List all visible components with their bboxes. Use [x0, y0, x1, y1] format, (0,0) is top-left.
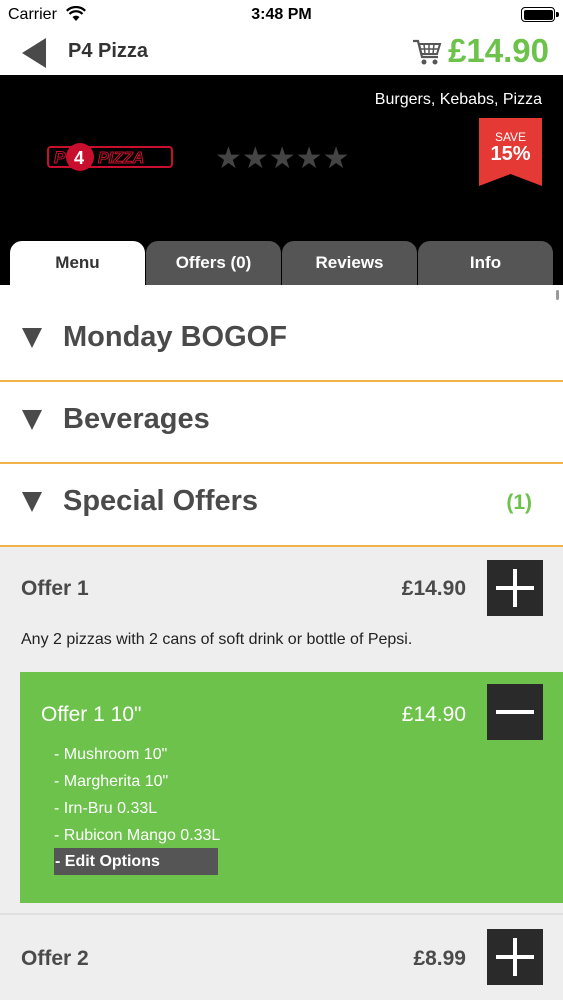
list-item: - Rubicon Mango 0.33L [54, 827, 221, 844]
category-name: Special Offers [63, 485, 259, 517]
divider [0, 913, 563, 915]
battery-full-icon [521, 7, 559, 22]
offer-description: Any 2 pizzas with 2 cans of soft drink o… [21, 631, 413, 648]
status-bar: Carrier 3:48 PM [0, 0, 563, 30]
selected-offer-title: Offer 1 10" [41, 703, 142, 726]
status-time: 3:48 PM [251, 6, 312, 23]
svg-text:4: 4 [74, 148, 84, 168]
tab-info[interactable]: Info [418, 241, 553, 285]
nav-bar: P4 Pizza £14.90 [0, 30, 563, 75]
remove-offer-button[interactable] [487, 684, 543, 740]
restaurant-header: Burgers, Kebabs, Pizza P 4 PIZZA ★★★★★ S… [0, 75, 563, 285]
tab-reviews[interactable]: Reviews [282, 241, 417, 285]
category-beverages[interactable]: Beverages [0, 382, 563, 464]
restaurant-logo: P 4 PIZZA [47, 143, 173, 171]
expand-triangle-icon [22, 492, 42, 512]
discount-value: 15% [490, 143, 531, 165]
scroll-indicator[interactable] [556, 290, 559, 300]
selected-offer-card: Offer 1 10" £14.90 - Mushroom 10" - Marg… [20, 672, 563, 903]
list-item: - Mushroom 10" [54, 746, 168, 763]
offer-price: £14.90 [401, 577, 466, 600]
rating-stars: ★★★★★ [215, 142, 350, 175]
tab-menu[interactable]: Menu [10, 241, 145, 285]
offer-price: £8.99 [413, 947, 466, 970]
list-item: - Irn-Bru 0.33L [54, 800, 158, 817]
svg-text:PIZZA: PIZZA [98, 150, 144, 167]
discount-badge: SAVE 15% [479, 118, 542, 186]
minus-icon [496, 710, 534, 714]
back-button[interactable] [14, 36, 54, 70]
cuisine-list: Burgers, Kebabs, Pizza [374, 91, 542, 108]
selected-offer-price: £14.90 [401, 703, 466, 726]
back-arrow-icon [22, 38, 46, 68]
cart-total[interactable]: £14.90 [448, 32, 549, 70]
category-monday-bogof[interactable]: Monday BOGOF [0, 300, 563, 382]
restaurant-tabs: Menu Offers (0) Reviews Info [10, 241, 553, 285]
offer-title: Offer 2 [21, 947, 89, 970]
list-item: - Margherita 10" [54, 773, 169, 790]
selected-items-list: - Mushroom 10" - Margherita 10" - Irn-Br… [54, 741, 220, 849]
expand-triangle-icon [22, 328, 42, 348]
category-special-offers[interactable]: Special Offers (1) [0, 464, 563, 547]
category-count: (1) [506, 491, 532, 514]
category-name: Beverages [63, 403, 210, 435]
discount-label: SAVE [494, 130, 527, 144]
offer-title: Offer 1 [21, 577, 89, 600]
edit-options-button[interactable]: - Edit Options [54, 848, 218, 875]
add-offer-button[interactable] [487, 560, 543, 616]
tab-offers[interactable]: Offers (0) [146, 241, 281, 285]
category-name: Monday BOGOF [63, 321, 287, 353]
offers-list: Offer 1 £14.90 Any 2 pizzas with 2 cans … [0, 547, 563, 1000]
expand-triangle-icon [22, 410, 42, 430]
shopping-cart-icon[interactable] [412, 38, 442, 66]
page-title: P4 Pizza [68, 40, 149, 62]
svg-text:P: P [54, 148, 66, 167]
add-offer-button[interactable] [487, 929, 543, 985]
